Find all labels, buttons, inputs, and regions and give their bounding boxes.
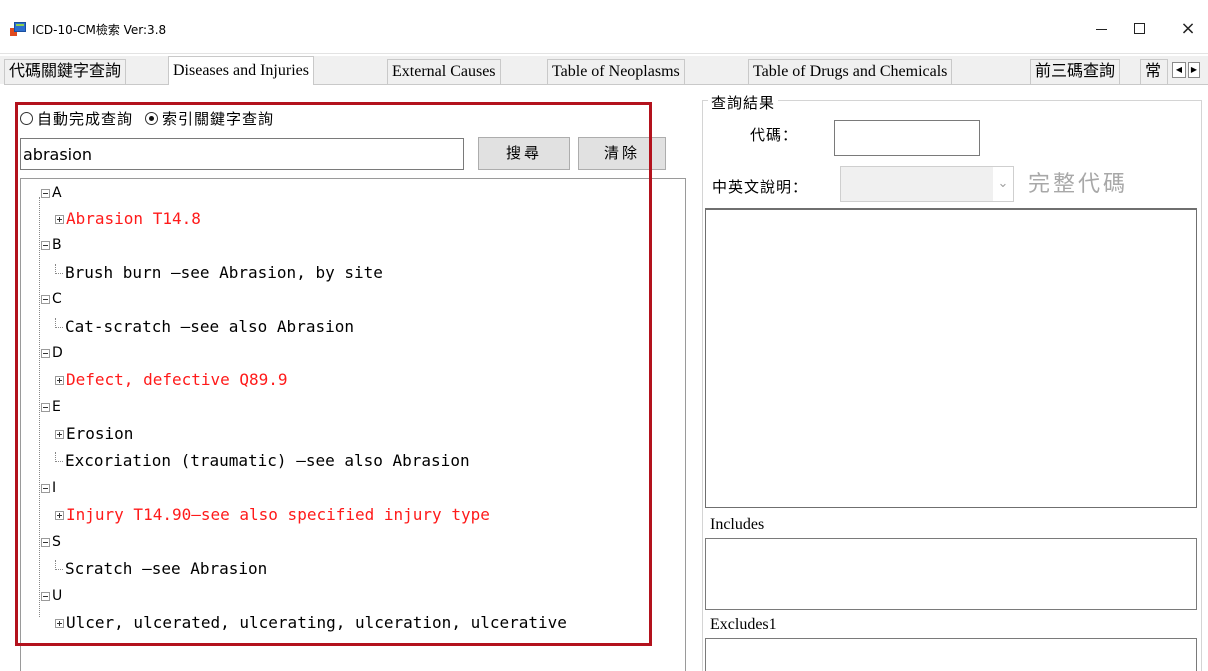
tab-table-of-drugs-chemicals[interactable]: Table of Drugs and Chemicals	[748, 59, 953, 84]
results-group-title: 查詢結果	[708, 92, 779, 113]
maximize-icon	[1134, 23, 1145, 34]
collapse-icon[interactable]	[41, 294, 50, 304]
search-button[interactable]: 搜尋	[478, 137, 570, 170]
tab-code-keyword[interactable]: 代碼關鍵字查詢	[4, 59, 127, 84]
tree-node-entry[interactable]: Erosion	[55, 424, 133, 444]
tree-line	[39, 197, 40, 617]
code-label: 代碼：	[750, 126, 799, 144]
collapse-icon[interactable]	[41, 402, 50, 412]
tree-node-letter[interactable]: S	[41, 532, 61, 552]
code-field[interactable]	[834, 120, 980, 156]
title-bar: ICD-10-CM檢索 Ver:3.8 ×	[0, 0, 1208, 54]
collapse-icon[interactable]	[41, 240, 50, 250]
window-title: ICD-10-CM檢索 Ver:3.8	[32, 23, 167, 37]
description-text-area[interactable]	[705, 208, 1197, 508]
chevron-down-icon[interactable]: ⌄	[993, 167, 1013, 201]
tab-external-causes[interactable]: External Causes	[387, 59, 501, 84]
collapse-icon[interactable]	[41, 348, 50, 358]
excludes-label: Excludes1	[710, 616, 777, 633]
tab-strip: 代碼關鍵字查詢 Diseases and Injuries External C…	[0, 56, 1208, 85]
expand-icon[interactable]	[55, 619, 64, 628]
tree-node-entry[interactable]: Cat-scratch —see also Abrasion	[55, 317, 354, 337]
tree-node-letter[interactable]: D	[41, 343, 63, 363]
index-tree[interactable]: A Abrasion T14.8 B Brush burn —see Abras…	[20, 178, 686, 671]
search-input[interactable]	[20, 138, 464, 170]
tree-node-letter[interactable]: B	[41, 235, 62, 255]
tree-node-entry[interactable]: Brush burn —see Abrasion, by site	[55, 263, 383, 283]
radio-index-keyword[interactable]	[145, 111, 159, 125]
tree-node-entry[interactable]: Excoriation (traumatic) —see also Abrasi…	[55, 451, 470, 471]
expand-icon[interactable]	[55, 430, 64, 439]
tab-first-three-codes[interactable]: 前三碼查詢	[1030, 59, 1121, 84]
tree-node-entry[interactable]: Ulcer, ulcerated, ulcerating, ulceration…	[55, 613, 567, 633]
tab-truncated[interactable]: 常	[1140, 59, 1168, 84]
tree-node-letter[interactable]: A	[41, 183, 62, 203]
tab-scroll-left-button[interactable]: ◀	[1172, 62, 1186, 78]
tree-node-letter[interactable]: C	[41, 289, 62, 309]
maximize-button[interactable]	[1120, 14, 1160, 44]
tab-table-of-neoplasms[interactable]: Table of Neoplasms	[547, 59, 685, 84]
arrow-left-icon: ◀	[1175, 65, 1183, 74]
close-icon: ×	[1180, 18, 1196, 39]
includes-label: Includes	[710, 516, 765, 533]
app-icon	[10, 22, 26, 36]
tree-node-entry[interactable]: Scratch —see Abrasion	[55, 559, 267, 579]
minimize-button[interactable]	[1082, 14, 1122, 44]
description-label: 中英文說明：	[712, 178, 809, 196]
search-mode-group: 自動完成查詢 索引關鍵字查詢	[20, 106, 286, 130]
radio-autocomplete-label[interactable]: 自動完成查詢	[37, 108, 133, 129]
collapse-icon[interactable]	[41, 591, 50, 601]
expand-icon[interactable]	[55, 376, 64, 385]
tree-node-entry[interactable]: Defect, defective Q89.9	[55, 370, 288, 390]
tree-node-letter[interactable]: I	[41, 478, 56, 498]
tree-node-letter[interactable]: E	[41, 397, 61, 417]
collapse-icon[interactable]	[41, 188, 50, 198]
expand-icon[interactable]	[55, 215, 64, 224]
collapse-icon[interactable]	[41, 537, 50, 547]
close-button[interactable]: ×	[1168, 14, 1208, 44]
arrow-right-icon: ▶	[1190, 65, 1198, 74]
tab-scroll-right-button[interactable]: ▶	[1188, 62, 1200, 78]
minimize-icon	[1096, 29, 1107, 30]
tree-node-entry[interactable]: Injury T14.90—see also specified injury …	[55, 505, 490, 525]
includes-text-area[interactable]	[705, 538, 1197, 610]
tree-node-entry[interactable]: Abrasion T14.8	[55, 209, 201, 229]
excludes-text-area[interactable]	[705, 638, 1197, 671]
radio-autocomplete[interactable]	[20, 111, 33, 125]
tab-diseases-injuries[interactable]: Diseases and Injuries	[168, 56, 314, 85]
clear-button[interactable]: 清除	[578, 137, 666, 170]
radio-index-keyword-label[interactable]: 索引關鍵字查詢	[162, 108, 274, 129]
full-code-label: 完整代碼	[1028, 172, 1129, 197]
expand-icon[interactable]	[55, 511, 64, 520]
description-combo[interactable]: ⌄	[840, 166, 1014, 202]
collapse-icon[interactable]	[41, 483, 50, 493]
tree-node-letter[interactable]: U	[41, 586, 62, 606]
